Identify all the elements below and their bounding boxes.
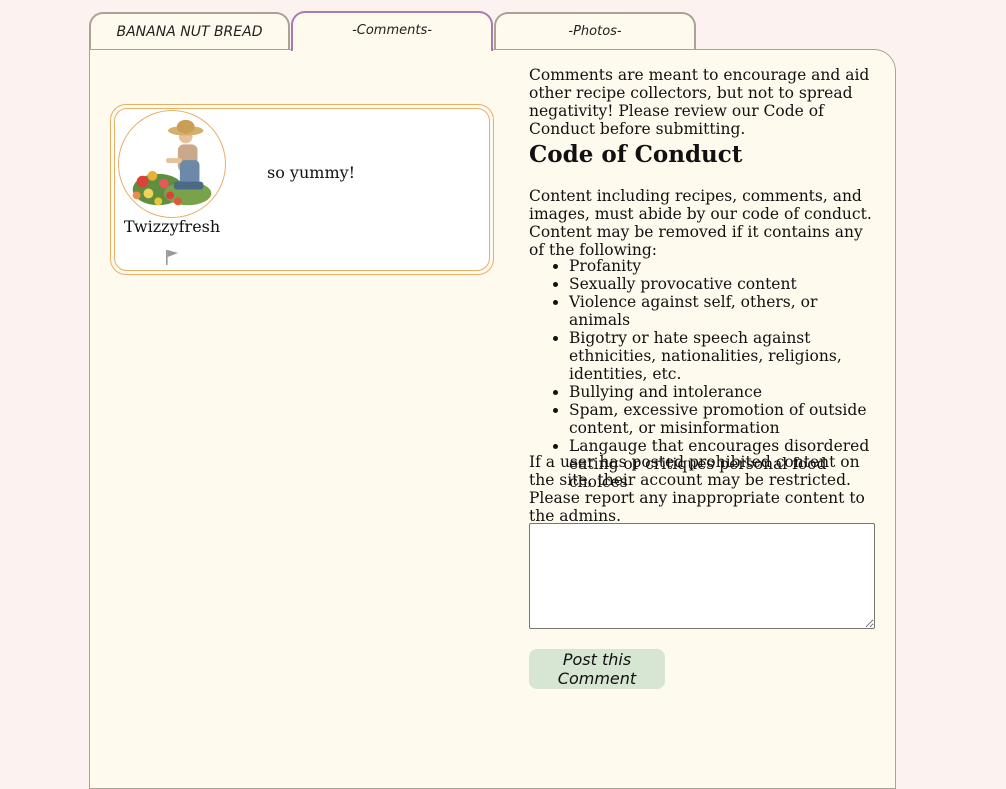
comment-username: Twizzyfresh: [123, 217, 221, 236]
rule-item: Profanity: [569, 257, 879, 275]
rule-item: Bigotry or hate speech against ethniciti…: [569, 329, 879, 383]
code-of-conduct-heading: Code of Conduct: [529, 141, 743, 168]
guidelines: Comments are meant to encourage and aid …: [529, 66, 879, 525]
tab-photos[interactable]: -Photos-: [494, 12, 696, 50]
guidelines-intro: Comments are meant to encourage and aid …: [529, 66, 870, 138]
rule-item: Sexually provocative content: [569, 275, 879, 293]
code-of-conduct-body: Content including recipes, comments, and…: [529, 187, 872, 259]
avatar[interactable]: [118, 110, 226, 218]
post-comment-button[interactable]: Post this Comment: [529, 649, 665, 689]
comment-text: so yummy!: [267, 163, 356, 182]
comment-input[interactable]: [529, 523, 875, 629]
gardener-avatar-icon: [122, 114, 222, 214]
tab-recipe[interactable]: BANANA NUT BREAD: [89, 12, 290, 50]
report-notice: If a user has posted prohibited content …: [529, 453, 865, 525]
rule-item: Bullying and intolerance: [569, 383, 879, 401]
flag-icon[interactable]: [164, 248, 180, 266]
rule-item: Spam, excessive promotion of outside con…: [569, 401, 879, 437]
rule-item: Violence against self, others, or animal…: [569, 293, 879, 329]
tab-comments[interactable]: -Comments-: [291, 11, 493, 51]
